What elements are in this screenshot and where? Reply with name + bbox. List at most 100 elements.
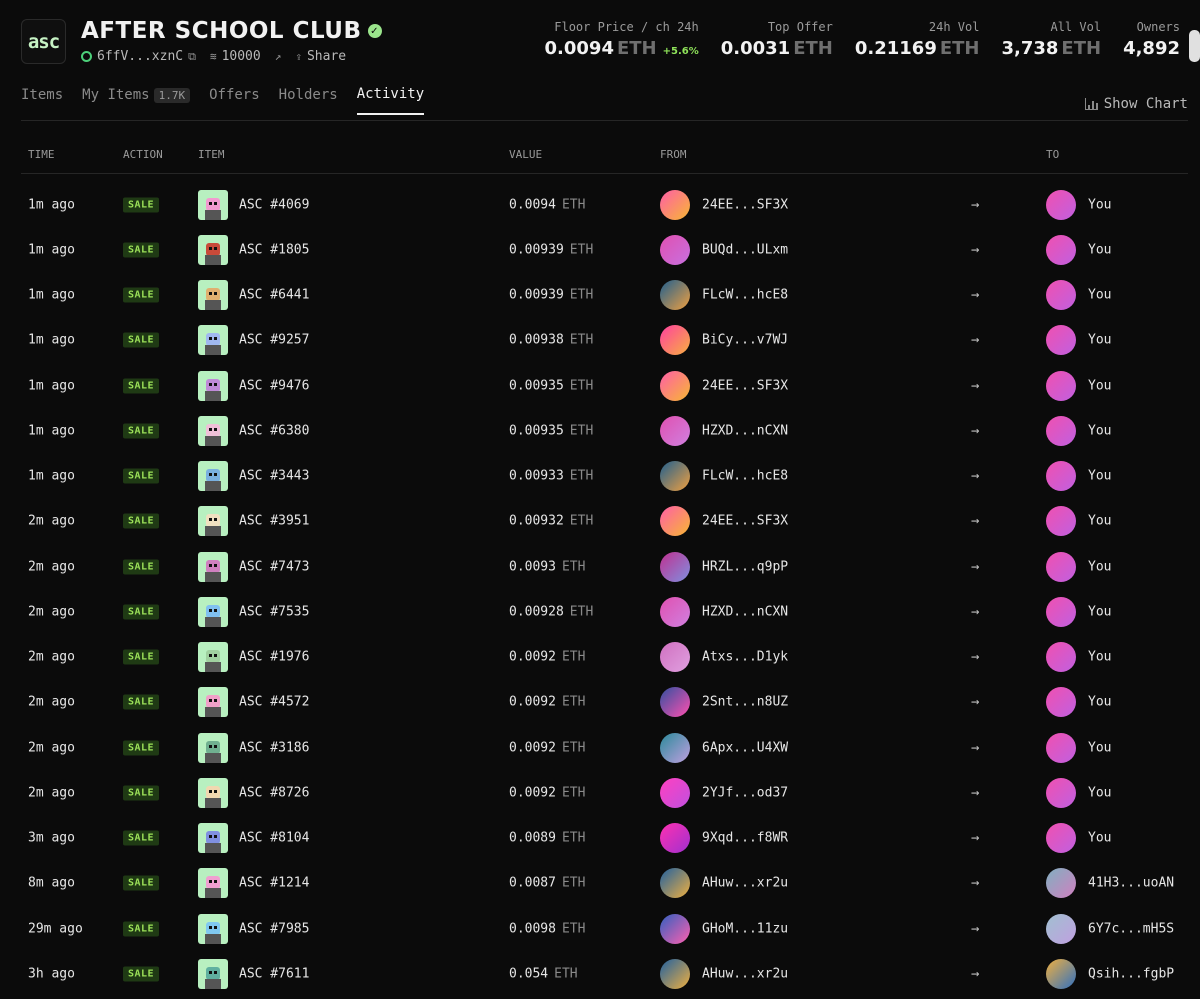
item-name[interactable]: ASC #7611 <box>239 966 309 981</box>
from-address[interactable]: FLcW...hcE8 <box>702 469 788 484</box>
from-avatar[interactable] <box>660 958 690 989</box>
tab-offers[interactable]: Offers <box>209 86 260 115</box>
from-avatar[interactable] <box>660 280 690 311</box>
from-avatar[interactable] <box>660 732 690 763</box>
from-address[interactable]: BUQd...ULxm <box>702 242 788 257</box>
from-address[interactable]: 2Snt...n8UZ <box>702 695 788 710</box>
item-name[interactable]: ASC #7473 <box>239 559 309 574</box>
item-name[interactable]: ASC #3186 <box>239 740 309 755</box>
from-address[interactable]: 24EE...SF3X <box>702 197 788 212</box>
table-row[interactable]: 3m ago SALE ASC #8104 0.0089 ETH 9Xqd...f8WR →… <box>21 816 1188 861</box>
from-address[interactable]: 24EE...SF3X <box>702 514 788 529</box>
table-row[interactable]: 1m ago SALE ASC #6380 0.00935 ETH HZXD...nCXN… <box>21 408 1188 453</box>
nft-thumbnail[interactable] <box>198 325 228 356</box>
nft-thumbnail[interactable] <box>198 687 228 718</box>
nft-thumbnail[interactable] <box>198 280 228 311</box>
to-avatar[interactable] <box>1046 687 1076 718</box>
to-address[interactable]: You <box>1088 197 1111 212</box>
to-address[interactable]: You <box>1088 288 1111 303</box>
to-address[interactable]: 41H3...uoAN <box>1088 876 1174 891</box>
item-name[interactable]: ASC #1805 <box>239 242 309 257</box>
nft-thumbnail[interactable] <box>198 868 228 899</box>
item-name[interactable]: ASC #6380 <box>239 423 309 438</box>
to-address[interactable]: You <box>1088 378 1111 393</box>
to-avatar[interactable] <box>1046 732 1076 763</box>
nft-thumbnail[interactable] <box>198 551 228 582</box>
table-row[interactable]: 2m ago SALE ASC #8726 0.0092 ETH 2YJf...od37 →… <box>21 770 1188 815</box>
item-name[interactable]: ASC #8726 <box>239 785 309 800</box>
from-avatar[interactable] <box>660 461 690 492</box>
item-name[interactable]: ASC #6441 <box>239 288 309 303</box>
to-avatar[interactable] <box>1046 280 1076 311</box>
to-address[interactable]: You <box>1088 740 1111 755</box>
from-avatar[interactable] <box>660 913 690 944</box>
table-row[interactable]: 2m ago SALE ASC #7473 0.0093 ETH HRZL...q9pP →… <box>21 544 1188 589</box>
scrollbar[interactable] <box>1189 30 1200 62</box>
table-row[interactable]: 8m ago SALE ASC #1214 0.0087 ETH AHuw...xr2u →… <box>21 861 1188 906</box>
copy-icon[interactable]: ⧉ <box>188 50 196 64</box>
to-avatar[interactable] <box>1046 913 1076 944</box>
from-avatar[interactable] <box>660 687 690 718</box>
table-row[interactable]: 29m ago SALE ASC #7985 0.0098 ETH GHoM...11zu… <box>21 906 1188 951</box>
table-row[interactable]: 2m ago SALE ASC #3951 0.00932 ETH 24EE...SF3X… <box>21 499 1188 544</box>
nft-thumbnail[interactable] <box>198 913 228 944</box>
nft-thumbnail[interactable] <box>198 234 228 265</box>
to-address[interactable]: You <box>1088 469 1111 484</box>
item-name[interactable]: ASC #8104 <box>239 831 309 846</box>
table-row[interactable]: 3h ago SALE ASC #7611 0.054 ETH AHuw...xr2u → Q… <box>21 951 1188 996</box>
from-avatar[interactable] <box>660 596 690 627</box>
from-address[interactable]: HRZL...q9pP <box>702 559 788 574</box>
to-avatar[interactable] <box>1046 506 1076 537</box>
item-name[interactable]: ASC #1976 <box>239 650 309 665</box>
nft-thumbnail[interactable] <box>198 596 228 627</box>
to-avatar[interactable] <box>1046 596 1076 627</box>
tab-items[interactable]: Items <box>21 86 63 115</box>
from-avatar[interactable] <box>660 325 690 356</box>
from-address[interactable]: Atxs...D1yk <box>702 650 788 665</box>
table-row[interactable]: 1m ago SALE ASC #6441 0.00939 ETH FLcW...hcE8… <box>21 273 1188 318</box>
from-avatar[interactable] <box>660 777 690 808</box>
to-avatar[interactable] <box>1046 461 1076 492</box>
from-address[interactable]: 2YJf...od37 <box>702 785 788 800</box>
tab-holders[interactable]: Holders <box>279 86 338 115</box>
item-name[interactable]: ASC #7535 <box>239 604 309 619</box>
show-chart-button[interactable]: Show Chart <box>1084 96 1188 112</box>
from-address[interactable]: HZXD...nCXN <box>702 423 788 438</box>
from-avatar[interactable] <box>660 415 690 446</box>
to-avatar[interactable] <box>1046 551 1076 582</box>
table-row[interactable]: 2m ago SALE ASC #1976 0.0092 ETH Atxs...D1yk →… <box>21 635 1188 680</box>
to-avatar[interactable] <box>1046 415 1076 446</box>
nft-thumbnail[interactable] <box>198 642 228 673</box>
item-name[interactable]: ASC #4572 <box>239 695 309 710</box>
from-address[interactable]: 6Apx...U4XW <box>702 740 788 755</box>
share-button[interactable]: ⇪ Share <box>295 49 346 64</box>
nft-thumbnail[interactable] <box>198 958 228 989</box>
from-avatar[interactable] <box>660 868 690 899</box>
table-row[interactable]: 2m ago SALE ASC #4572 0.0092 ETH 2Snt...n8UZ →… <box>21 680 1188 725</box>
item-name[interactable]: ASC #3951 <box>239 514 309 529</box>
from-avatar[interactable] <box>660 642 690 673</box>
nft-thumbnail[interactable] <box>198 777 228 808</box>
table-row[interactable]: 1m ago SALE ASC #3443 0.00933 ETH FLcW...hcE8… <box>21 454 1188 499</box>
to-avatar[interactable] <box>1046 189 1076 220</box>
from-avatar[interactable] <box>660 370 690 401</box>
to-address[interactable]: You <box>1088 604 1111 619</box>
nft-thumbnail[interactable] <box>198 370 228 401</box>
table-row[interactable]: 2m ago SALE ASC #7535 0.00928 ETH HZXD...nCXN… <box>21 589 1188 634</box>
item-name[interactable]: ASC #7985 <box>239 921 309 936</box>
to-address[interactable]: 6Y7c...mH5S <box>1088 921 1174 936</box>
to-address[interactable]: You <box>1088 695 1111 710</box>
from-address[interactable]: FLcW...hcE8 <box>702 288 788 303</box>
table-row[interactable]: 2m ago SALE ASC #3186 0.0092 ETH 6Apx...U4XW →… <box>21 725 1188 770</box>
item-name[interactable]: ASC #9476 <box>239 378 309 393</box>
tab-my-items[interactable]: My Items 1.7K <box>82 86 191 115</box>
external-link[interactable]: ↗ <box>275 50 282 63</box>
to-address[interactable]: You <box>1088 242 1111 257</box>
nft-thumbnail[interactable] <box>198 732 228 763</box>
from-avatar[interactable] <box>660 823 690 854</box>
from-address[interactable]: AHuw...xr2u <box>702 876 788 891</box>
to-avatar[interactable] <box>1046 234 1076 265</box>
to-avatar[interactable] <box>1046 823 1076 854</box>
from-address[interactable]: AHuw...xr2u <box>702 966 788 981</box>
to-address[interactable]: You <box>1088 785 1111 800</box>
